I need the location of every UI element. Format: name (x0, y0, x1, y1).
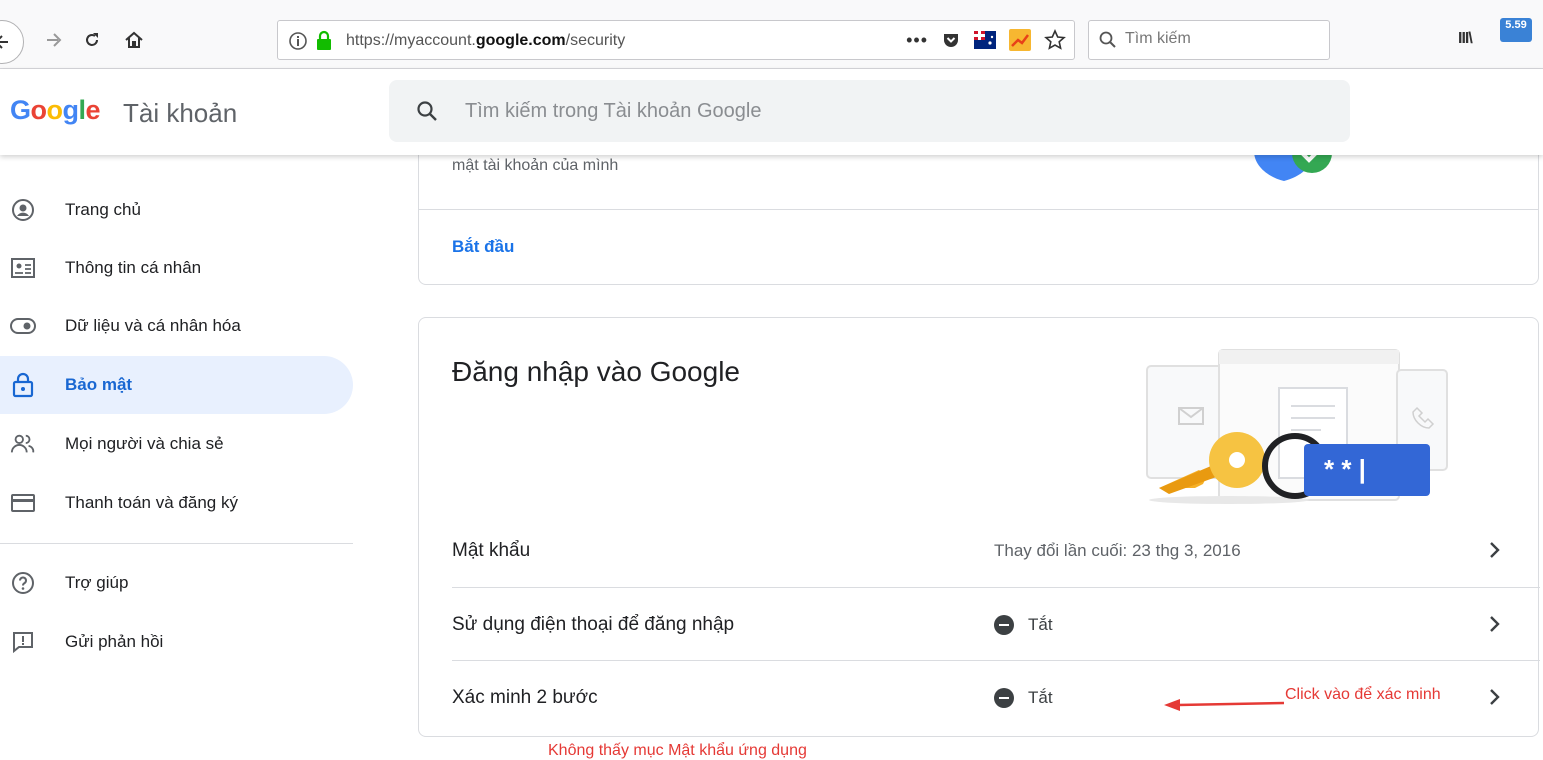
annotation-text: Click vào để xác minh (1285, 686, 1441, 703)
signing-in-card: Đăng nhập vào Google * * | Mật khẩu Thay… (418, 317, 1540, 737)
url-path: /security (565, 32, 626, 49)
off-status-icon (994, 688, 1014, 708)
account-circle-icon (10, 197, 36, 223)
sidebar-item-payments[interactable]: Thanh toán và đăng ký (0, 474, 353, 532)
sidebar-item-help[interactable]: Trợ giúp (0, 554, 353, 612)
browser-toolbar: https://myaccount.google.com/security ••… (0, 0, 1543, 69)
search-icon (1099, 31, 1116, 48)
row-status: Tắt (994, 688, 1053, 708)
google-logo[interactable]: Google (10, 95, 101, 126)
bookmark-star-icon[interactable] (1044, 29, 1066, 51)
annotation-arrow-icon (1164, 699, 1284, 711)
card-title: Đăng nhập vào Google (452, 356, 740, 387)
sidebar-item-label: Thanh toán và đăng ký (65, 493, 238, 512)
url-domain: google.com (475, 32, 566, 49)
arrow-right-icon (47, 33, 62, 47)
sidebar-nav: Trang chủ Thông tin cá nhân Dữ liệu và c… (0, 155, 360, 754)
chart-extension-icon[interactable] (1009, 29, 1031, 51)
google-account-header: Google Tài khoản (0, 69, 1543, 155)
sidebar-item-people-sharing[interactable]: Mọi người và chia sẻ (0, 415, 353, 473)
page-actions-menu[interactable]: ••• (906, 30, 928, 50)
sidebar-item-label: Trợ giúp (65, 573, 129, 592)
password-row[interactable]: Mật khẩu Thay đổi lần cuối: 23 thg 3, 20… (452, 514, 1540, 588)
reload-button[interactable] (72, 20, 112, 60)
logo-letter: o (46, 95, 64, 125)
password-key-illustration: * * | (1146, 349, 1448, 504)
secure-lock-icon[interactable] (314, 30, 334, 52)
off-status-icon (994, 615, 1014, 635)
extension-badge[interactable]: 5.59 (1500, 18, 1532, 42)
row-label: Xác minh 2 bước (452, 687, 598, 708)
browser-search-input[interactable] (1123, 29, 1317, 49)
browser-search-box[interactable] (1088, 20, 1330, 60)
sidebar-item-security[interactable]: Bảo mật (0, 356, 353, 414)
url-actions: ••• (906, 29, 1066, 51)
flag-extension-icon[interactable] (974, 31, 996, 49)
id-card-icon (10, 255, 36, 281)
people-icon (10, 431, 36, 457)
card-divider (419, 209, 1538, 210)
sidebar-item-label: Bảo mật (65, 375, 133, 394)
account-search-box[interactable] (389, 80, 1350, 142)
two-step-verification-row[interactable]: Xác minh 2 bước Tắt Click vào để xác min… (452, 660, 1540, 734)
product-name[interactable]: Tài khoản (123, 98, 237, 129)
password-mask-text: * * | (1324, 454, 1366, 484)
lock-icon (10, 372, 36, 398)
search-icon[interactable] (416, 100, 438, 122)
info-icon[interactable] (288, 31, 308, 51)
toggle-icon (10, 313, 36, 339)
card-hint-text: mật tài khoản của mình (452, 157, 619, 174)
chevron-right-icon[interactable] (1486, 539, 1504, 561)
credit-card-icon (10, 490, 36, 516)
sidebar-item-personal-info[interactable]: Thông tin cá nhân (0, 239, 353, 297)
sidebar-item-label: Trang chủ (65, 200, 141, 219)
url-prefix: https://myaccount. (346, 32, 476, 49)
row-value: Tắt (1028, 615, 1053, 634)
get-started-link[interactable]: Bắt đầu (452, 237, 514, 257)
help-icon (10, 570, 36, 596)
sidebar-item-data-personalization[interactable]: Dữ liệu và cá nhân hóa (0, 297, 353, 355)
url-text: https://myaccount.google.com/security (346, 32, 625, 50)
forward-button[interactable] (34, 20, 74, 60)
account-search-input[interactable] (463, 99, 1267, 124)
row-value: Tắt (1028, 688, 1053, 707)
logo-letter: e (85, 95, 101, 125)
sidebar-item-home[interactable]: Trang chủ (0, 181, 353, 239)
feedback-icon (10, 629, 36, 655)
sidebar-item-label: Thông tin cá nhân (65, 258, 202, 277)
row-value: Thay đổi lần cuối: 23 thg 3, 2016 (994, 541, 1241, 560)
logo-letter: g (62, 95, 80, 125)
home-button[interactable] (114, 20, 154, 60)
arrow-left-icon (0, 35, 8, 49)
sidebar-item-label: Mọi người và chia sẻ (65, 434, 224, 453)
extension-badge-count: 5.59 (1505, 19, 1527, 31)
sidebar-item-feedback[interactable]: Gửi phản hồi (0, 613, 353, 671)
url-bar[interactable]: https://myaccount.google.com/security ••… (277, 20, 1075, 60)
logo-letter: l (78, 95, 87, 125)
back-button[interactable] (0, 20, 24, 64)
sidebar-divider (0, 543, 353, 544)
reload-icon (86, 33, 98, 46)
phone-sign-in-row[interactable]: Sử dụng điện thoại để đăng nhập Tắt (452, 587, 1540, 661)
row-status: Tắt (994, 615, 1053, 635)
home-icon (125, 31, 143, 48)
chevron-right-icon[interactable] (1486, 613, 1504, 635)
logo-letter: o (30, 95, 48, 125)
chevron-right-icon[interactable] (1486, 686, 1504, 708)
library-icon[interactable]: III\ (1458, 30, 1473, 48)
pocket-icon[interactable] (941, 30, 961, 50)
row-label: Sử dụng điện thoại để đăng nhập (452, 614, 735, 635)
bottom-annotation-note: Không thấy mục Mật khẩu ứng dụng (548, 742, 807, 759)
sidebar-item-label: Gửi phản hồi (65, 632, 164, 651)
row-label: Mật khẩu (452, 540, 531, 561)
sidebar-item-label: Dữ liệu và cá nhân hóa (65, 316, 241, 335)
logo-letter: G (10, 95, 31, 125)
